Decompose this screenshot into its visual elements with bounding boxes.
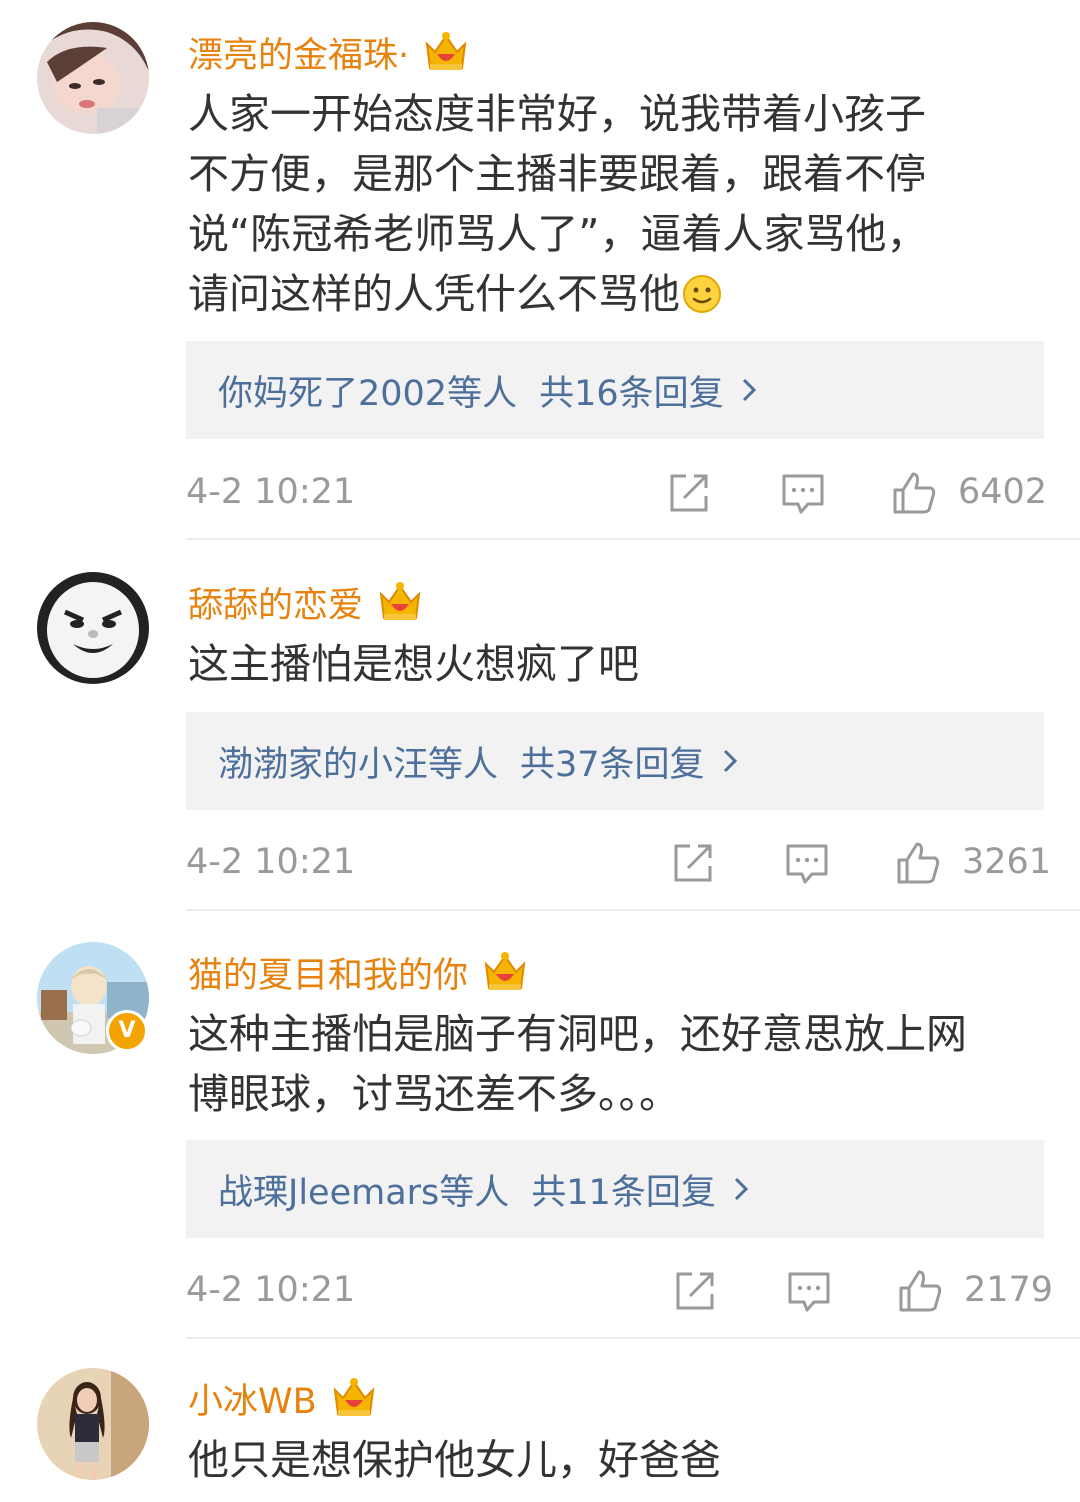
- reply-names: 战瑮Jleemars等人: [218, 1172, 510, 1213]
- reply-summary[interactable]: 你妈死了2002等人 共16条回复: [186, 341, 1044, 439]
- avatar[interactable]: [37, 22, 149, 134]
- crown-badge-icon[interactable]: [423, 30, 469, 74]
- comment-icon[interactable]: [784, 840, 830, 886]
- avatar-girl-photo-icon: [37, 1368, 149, 1480]
- reply-summary[interactable]: 渤渤家的小汪等人 共37条回复: [186, 712, 1044, 810]
- reply-summary[interactable]: 战瑮Jleemars等人 共11条回复: [186, 1140, 1044, 1238]
- chevron-right-icon: [723, 749, 737, 773]
- comment-feed: 漂亮的金福珠· 人家一开始态度非常好，说我带着小孩子 不方便，是那个主播非要跟着…: [0, 0, 1080, 1502]
- timestamp: 4-2 10:21: [186, 842, 356, 882]
- comment-icon[interactable]: [786, 1268, 832, 1314]
- avatar-meme-face-icon: [37, 572, 149, 684]
- like-icon[interactable]: [897, 1268, 943, 1314]
- reply-names: 渤渤家的小汪等人: [218, 744, 499, 785]
- verified-badge: V: [106, 1010, 148, 1052]
- divider: [186, 538, 1080, 540]
- username[interactable]: 舔舔的恋爱: [188, 577, 363, 628]
- comment-text: 这种主播怕是脑子有洞吧，还好意思放上网 博眼球，讨骂还差不多。。。: [188, 1010, 967, 1118]
- share-icon[interactable]: [672, 1268, 718, 1314]
- crown-badge-icon[interactable]: [482, 950, 528, 994]
- reply-total: 共16条回复: [539, 373, 724, 414]
- avatar[interactable]: [37, 1368, 149, 1480]
- smiley-emoji-icon: [683, 275, 721, 313]
- avatar[interactable]: [37, 572, 149, 684]
- username[interactable]: 漂亮的金福珠·: [188, 27, 409, 78]
- comment-meta: 4-2 10:21 3261: [186, 838, 1051, 888]
- divider: [186, 909, 1080, 911]
- comment-icon[interactable]: [780, 470, 826, 516]
- comment-text: 这主播怕是想火想疯了吧: [188, 640, 639, 688]
- like-count: 3261: [962, 842, 1052, 882]
- like-icon[interactable]: [895, 840, 941, 886]
- timestamp: 4-2 10:21: [186, 472, 356, 512]
- like-count: 6402: [958, 472, 1048, 512]
- like-count: 2179: [964, 1270, 1054, 1310]
- username[interactable]: 猫的夏目和我的你: [188, 947, 468, 998]
- crown-badge-icon[interactable]: [331, 1376, 377, 1420]
- share-icon[interactable]: [670, 840, 716, 886]
- comment-meta: 4-2 10:21 6402: [186, 468, 1048, 518]
- comment-text: 人家一开始态度非常好，说我带着小孩子 不方便，是那个主播非要跟着，跟着不停 说“…: [188, 90, 928, 318]
- chevron-right-icon: [742, 378, 756, 402]
- crown-badge-icon[interactable]: [377, 580, 423, 624]
- chevron-right-icon: [734, 1177, 748, 1201]
- comment-text: 他只是想保护他女儿，好爸爸: [188, 1436, 721, 1484]
- timestamp: 4-2 10:21: [186, 1270, 356, 1310]
- reply-total: 共11条回复: [531, 1172, 716, 1213]
- username[interactable]: 小冰WB: [188, 1373, 317, 1424]
- share-icon[interactable]: [666, 470, 712, 516]
- divider: [186, 1337, 1080, 1339]
- reply-total: 共37条回复: [520, 744, 705, 785]
- like-icon[interactable]: [891, 470, 937, 516]
- reply-names: 你妈死了2002等人: [218, 373, 518, 414]
- avatar-girl-icon: [37, 22, 149, 134]
- comment-meta: 4-2 10:21 2179: [186, 1266, 1053, 1316]
